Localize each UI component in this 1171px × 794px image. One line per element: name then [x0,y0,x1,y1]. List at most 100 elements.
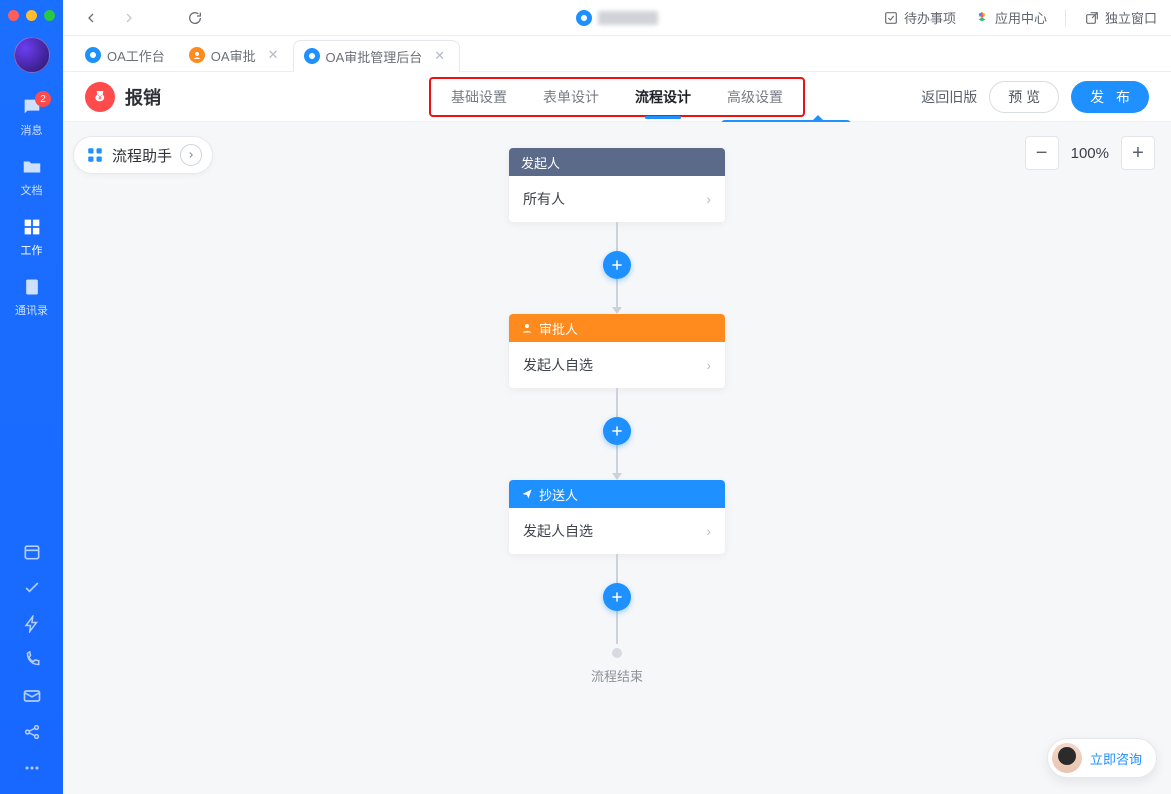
address-blur [598,11,658,25]
flow-node-initiator[interactable]: 发起人 所有人 › [509,148,725,222]
minimize-window-button[interactable] [26,10,37,21]
sidebar-item-label: 通讯录 [15,302,48,318]
flow-canvas[interactable]: 流程助手 − 100% + 发起人 所有人 › [63,122,1171,794]
detach-label: 独立窗口 [1105,8,1157,27]
app-logo-icon [576,10,592,26]
app-sidebar: 2 消息 文档 工作 通讯录 [0,0,63,794]
apps-icon [21,216,43,238]
tab-oa-approval[interactable]: OA审批 ✕ [179,39,293,71]
flow-end-dot [612,648,622,658]
sidebar-item-messages[interactable]: 2 消息 [0,87,63,147]
detach-window-link[interactable]: 独立窗口 [1084,8,1157,27]
node-body: 所有人 [523,189,565,209]
sidebar-item-work[interactable]: 工作 [0,207,63,267]
sidebar-item-docs[interactable]: 文档 [0,147,63,207]
app-center-label: 应用中心 [995,8,1047,27]
tab-close-button[interactable]: ✕ [434,48,445,64]
add-node-button[interactable] [603,583,631,611]
design-tab-basic[interactable]: 基础设置 [433,81,525,113]
app-center-link[interactable]: 应用中心 [974,8,1047,27]
flow-diagram: 发起人 所有人 › 审批人 发起人自选 [509,148,725,685]
sidebar-phone-button[interactable] [0,642,63,678]
helper-icon [86,146,104,164]
flow-connector [616,278,618,308]
support-label: 立即咨询 [1090,749,1142,768]
sidebar-item-label: 工作 [21,242,43,258]
tab-label: OA审批 [211,46,256,65]
page-icon: ¥ [85,82,115,112]
user-avatar[interactable] [14,37,50,73]
window-controls [8,10,55,21]
chevron-right-icon [180,144,202,166]
flow-helper-button[interactable]: 流程助手 [73,136,213,174]
flow-connector [616,222,618,252]
zoom-controls: − 100% + [1025,136,1155,170]
flow-connector [616,388,618,418]
node-title: 发起人 [521,153,560,172]
helper-label: 流程助手 [112,145,172,166]
tab-close-button[interactable]: ✕ [268,47,279,63]
sidebar-calendar-button[interactable] [0,534,63,570]
todo-label: 待办事项 [904,8,956,27]
folder-icon [21,156,43,178]
close-window-button[interactable] [8,10,19,21]
external-icon [1084,10,1100,26]
flow-node-cc[interactable]: 抄送人 发起人自选 › [509,480,725,554]
chevron-right-icon: › [706,357,711,373]
tab-label: OA工作台 [107,46,165,65]
preview-button[interactable]: 预 览 [989,81,1059,113]
page-tabs: OA工作台 OA审批 ✕ OA审批管理后台 ✕ [63,36,1171,72]
browser-toolbar: 待办事项 应用中心 独立窗口 [63,0,1171,36]
add-node-button[interactable] [603,417,631,445]
address-display [576,10,658,26]
zoom-out-button[interactable]: − [1025,136,1059,170]
page-title: 报销 [125,84,161,110]
main-area: 待办事项 应用中心 独立窗口 OA工作台 OA审批 [63,0,1171,794]
chevron-right-icon: › [706,523,711,539]
app-center-icon [974,10,990,26]
chevron-right-icon: › [706,191,711,207]
todo-link[interactable]: 待办事项 [883,8,956,27]
sidebar-tasks-button[interactable] [0,570,63,606]
add-node-button[interactable] [603,251,631,279]
sidebar-flash-button[interactable] [0,606,63,642]
tab-oa-workbench[interactable]: OA工作台 [75,39,179,71]
nav-reload-button[interactable] [181,4,209,32]
sidebar-mail-button[interactable] [0,678,63,714]
sidebar-more-button[interactable] [0,750,63,786]
back-old-version-link[interactable]: 返回旧版 [921,87,977,107]
send-icon [521,488,533,500]
tab-oa-approval-admin[interactable]: OA审批管理后台 ✕ [293,40,461,72]
node-body: 发起人自选 [523,521,593,541]
design-tab-form[interactable]: 表单设计 [525,81,617,113]
maximize-window-button[interactable] [44,10,55,21]
messages-badge: 2 [35,91,51,107]
flow-arrow-icon [612,473,622,480]
flow-end-label: 流程结束 [591,666,643,685]
toolbar-separator [1065,10,1066,26]
sidebar-item-contacts[interactable]: 通讯录 [0,267,63,327]
checklist-icon [883,10,899,26]
node-body: 发起人自选 [523,355,593,375]
person-icon [521,322,533,334]
flow-connector [616,444,618,474]
zoom-in-button[interactable]: + [1121,136,1155,170]
zoom-value: 100% [1071,145,1109,162]
flow-arrow-icon [612,307,622,314]
design-tab-advanced[interactable]: 高级设置 [709,81,801,113]
publish-button[interactable]: 发 布 [1071,81,1149,113]
svg-text:¥: ¥ [98,94,102,101]
tab-icon [85,47,101,63]
contacts-icon [21,276,43,298]
flow-connector [616,610,618,644]
nav-forward-button[interactable] [115,4,143,32]
page-header: ¥ 报销 基础设置 表单设计 流程设计 高级设置 返回旧版 预 览 发 布 在这… [63,72,1171,122]
sidebar-bottom [0,534,63,794]
flow-node-approver[interactable]: 审批人 发起人自选 › [509,314,725,388]
tab-icon [304,48,320,64]
nav-back-button[interactable] [77,4,105,32]
sidebar-share-button[interactable] [0,714,63,750]
flow-connector [616,554,618,584]
support-chat-button[interactable]: 立即咨询 [1047,738,1157,778]
design-tab-flow[interactable]: 流程设计 [617,81,709,113]
